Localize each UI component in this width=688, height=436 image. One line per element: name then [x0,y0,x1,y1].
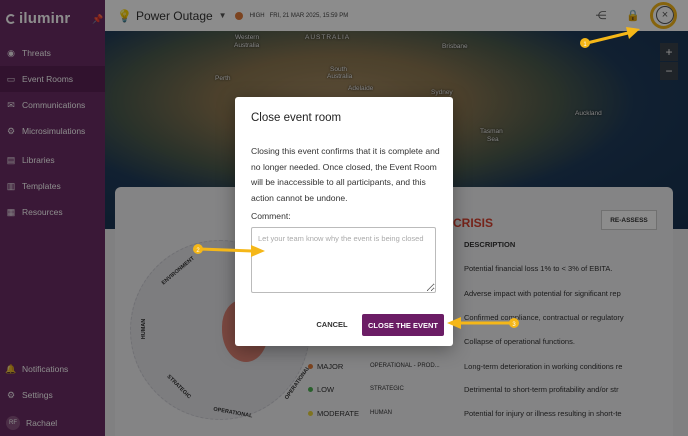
tutorial-annotations: 1 2 3 [193,27,640,329]
annotation-arrow-2: 2 [193,244,265,257]
annotation-arrow-3: 3 [447,317,519,329]
annotation-arrow-1: 1 [580,27,640,48]
app-root: iluminr 📌 ◉ Threats ▭ Event Rooms ✉ Comm… [0,0,688,436]
